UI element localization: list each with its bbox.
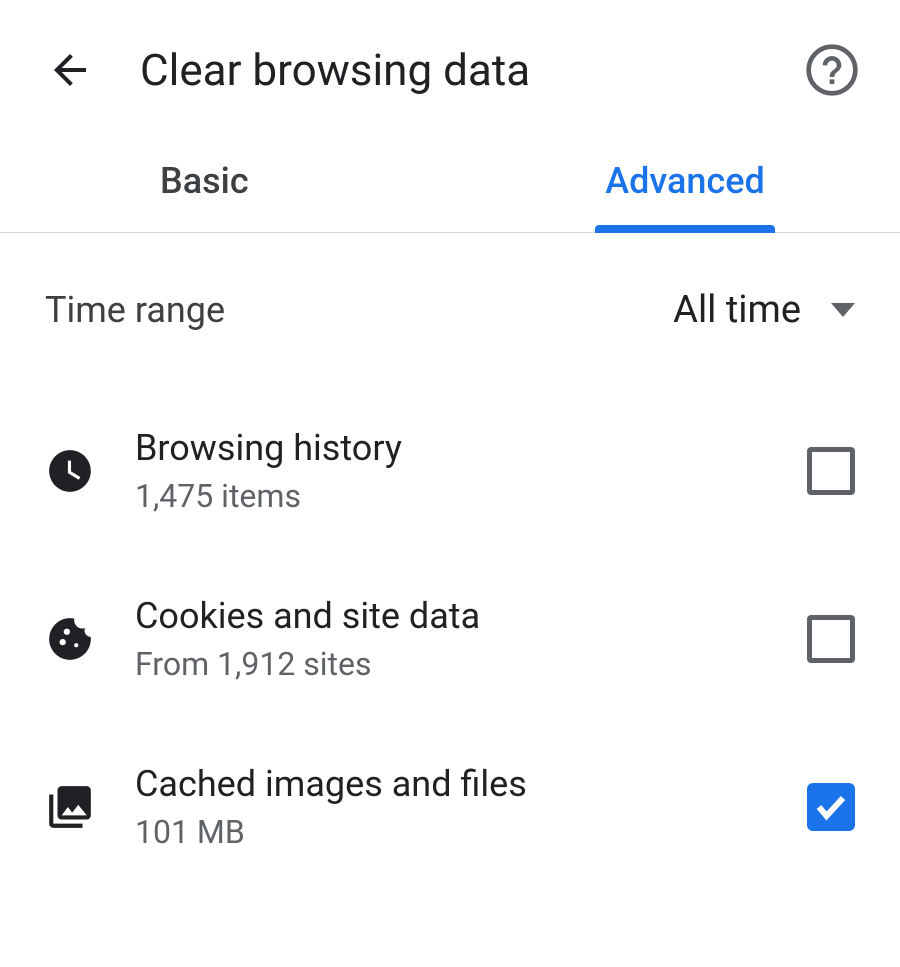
item-subtitle: From 1,912 sites [135,645,767,683]
image-collection-icon [45,782,95,832]
chevron-down-icon [831,303,855,317]
help-button[interactable] [804,42,860,98]
list-item-cookies[interactable]: Cookies and site data From 1,912 sites [0,555,900,723]
time-range-row[interactable]: Time range All time [0,233,900,387]
item-text: Cookies and site data From 1,912 sites [135,595,767,683]
tab-basic[interactable]: Basic [40,130,510,232]
arrow-back-icon [46,46,94,94]
header: Clear browsing data [0,0,900,130]
check-icon [813,789,849,825]
tab-advanced[interactable]: Advanced [510,130,860,232]
item-title: Browsing history [135,427,767,469]
back-button[interactable] [40,40,100,100]
checkbox-cached[interactable] [807,783,855,831]
checkbox-cookies[interactable] [807,615,855,663]
item-title: Cookies and site data [135,595,767,637]
time-range-label: Time range [45,289,225,331]
time-range-value: All time [673,288,801,332]
item-text: Cached images and files 101 MB [135,763,767,851]
cookie-icon [45,614,95,664]
list-item-browsing-history[interactable]: Browsing history 1,475 items [0,387,900,555]
item-text: Browsing history 1,475 items [135,427,767,515]
item-subtitle: 1,475 items [135,477,767,515]
clock-icon [45,446,95,496]
help-icon [804,42,860,98]
tabs: Basic Advanced [0,130,900,233]
item-subtitle: 101 MB [135,813,767,851]
list-item-cached[interactable]: Cached images and files 101 MB [0,723,900,891]
item-title: Cached images and files [135,763,767,805]
checkbox-browsing-history[interactable] [807,447,855,495]
page-title: Clear browsing data [140,44,530,96]
time-range-selector[interactable]: All time [673,288,855,332]
